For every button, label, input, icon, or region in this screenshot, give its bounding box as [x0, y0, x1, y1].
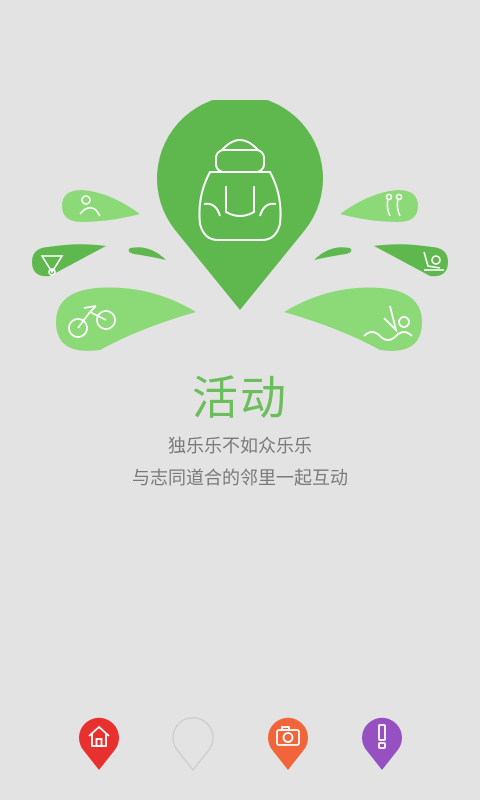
nav-alert-button[interactable] [360, 716, 404, 772]
bottom-nav [0, 716, 480, 776]
nav-camera-button[interactable] [266, 716, 310, 772]
drop-badminton [32, 244, 106, 277]
center-pin [157, 100, 323, 310]
drop-bowling [340, 190, 418, 222]
drop-hiking [62, 190, 140, 222]
nav-activity-button[interactable] [171, 716, 215, 772]
drop-swimming [284, 287, 422, 351]
subtitle-line-2: 与志同道合的邻里一起互动 [132, 468, 348, 489]
drop-small-right [314, 247, 352, 260]
drop-skating [374, 244, 448, 277]
nav-home-button[interactable] [77, 716, 121, 772]
drop-small-left [128, 247, 166, 260]
subtitle-line-1: 独乐乐不如众乐乐 [168, 436, 312, 457]
page-title: 活动 [192, 371, 288, 425]
hero-illustration [32, 100, 448, 351]
